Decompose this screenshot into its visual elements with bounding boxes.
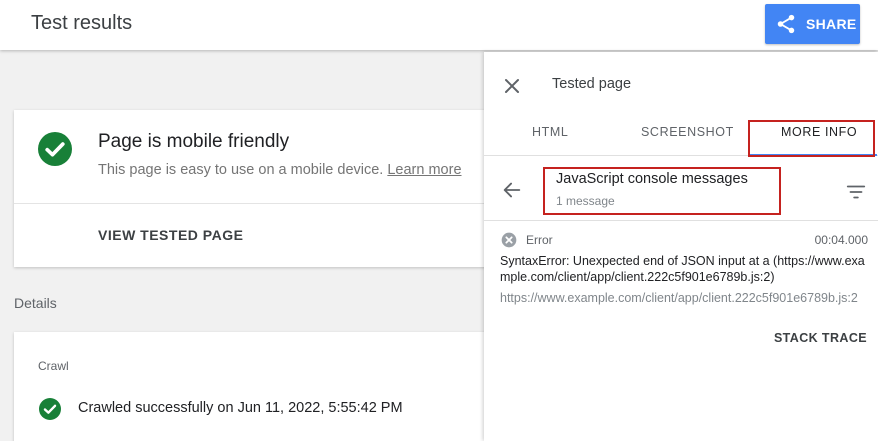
details-heading: Details	[14, 295, 57, 311]
message-time: 00:04.000	[814, 233, 868, 247]
top-app-bar: Test results SHARE	[0, 0, 878, 50]
filter-icon[interactable]	[845, 181, 867, 203]
highlight-box-tab	[748, 120, 875, 157]
tab-screenshot[interactable]: SCREENSHOT	[641, 125, 734, 139]
tested-page-panel: Tested page HTML SCREENSHOT MORE INFO Ja…	[484, 52, 878, 441]
share-icon	[777, 14, 795, 34]
close-icon[interactable]	[500, 74, 524, 98]
message-source: https://www.example.com/client/app/clien…	[500, 291, 858, 305]
crawl-status: Crawled successfully on Jun 11, 2022, 5:…	[78, 400, 403, 416]
share-button-label: SHARE	[806, 16, 857, 32]
back-arrow-icon[interactable]	[501, 179, 523, 201]
panel-title: Tested page	[552, 76, 632, 92]
result-subtitle: This page is easy to use on a mobile dev…	[98, 162, 462, 178]
result-title: Page is mobile friendly	[98, 131, 290, 152]
mobile-friendly-card: Page is mobile friendly This page is eas…	[14, 110, 504, 267]
crawl-card: Crawl Crawled successfully on Jun 11, 20…	[14, 332, 504, 441]
learn-more-link[interactable]: Learn more	[387, 162, 461, 178]
result-subtitle-text: This page is easy to use on a mobile dev…	[98, 162, 384, 178]
page-title: Test results	[31, 12, 133, 34]
stack-trace-button[interactable]: STACK TRACE	[774, 331, 867, 345]
view-tested-page-button[interactable]: VIEW TESTED PAGE	[98, 227, 243, 243]
card-divider	[14, 203, 504, 204]
section-divider	[484, 220, 878, 221]
share-button[interactable]: SHARE	[765, 4, 860, 44]
error-icon	[501, 232, 517, 248]
highlight-box-console	[543, 167, 781, 215]
tab-html[interactable]: HTML	[532, 125, 568, 139]
crawl-heading: Crawl	[38, 359, 69, 373]
check-circle-icon	[39, 398, 61, 420]
message-level: Error	[526, 233, 553, 247]
check-circle-icon	[38, 132, 72, 166]
message-text: SyntaxError: Unexpected end of JSON inpu…	[500, 254, 865, 284]
